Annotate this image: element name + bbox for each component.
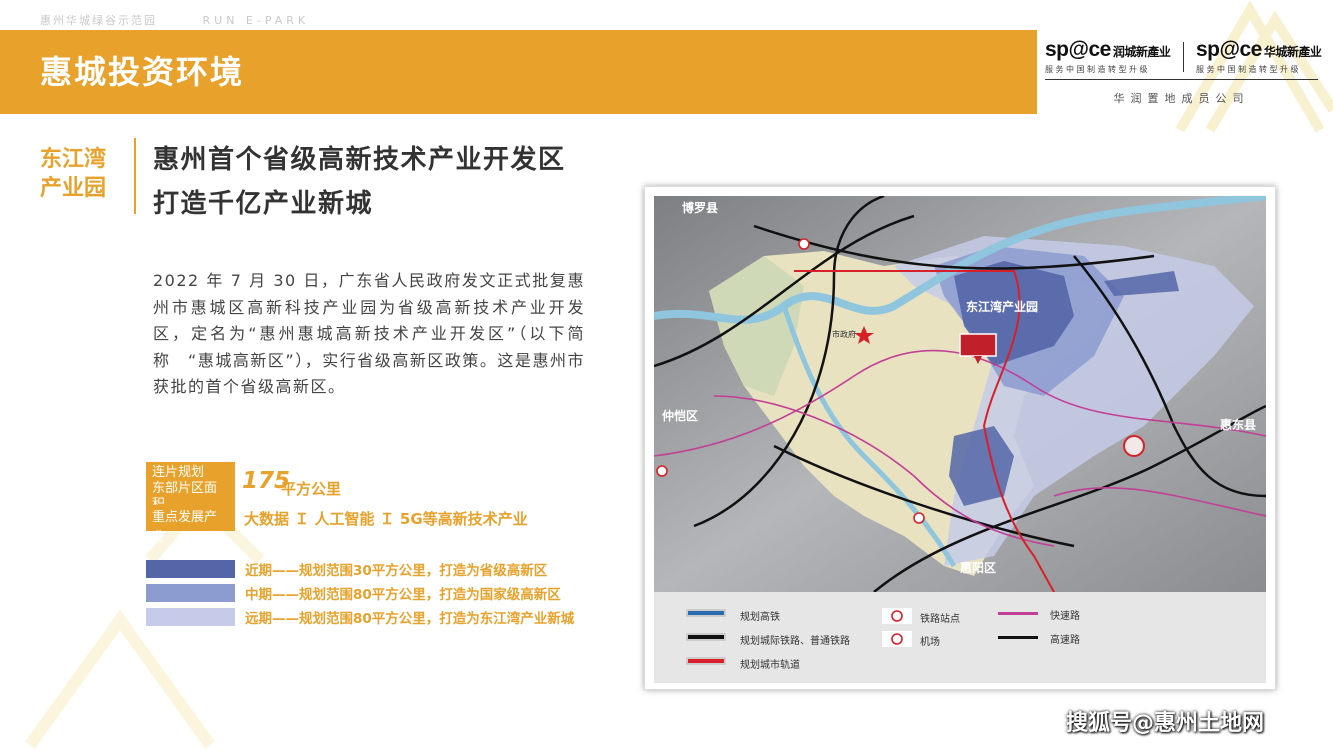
phase-text-near: 近期——规划范围30平方公里，打造为省级高新区 [245,563,548,579]
planning-map: 博罗县 东江湾产业园 仲恺区 惠东县 惠阳区 市政府 [654,196,1266,592]
legend-fast-road-swatch [998,612,1038,615]
industry-list: 大数据 Ｉ 人工智能 Ｉ 5G等高新技术产业 [244,510,528,528]
map-station-icon [913,512,925,524]
project-name: 惠州华城绿谷示范园 [40,14,157,27]
top-project-line: 惠州华城绿谷示范园 RUN E-PARK [40,12,309,28]
legend-hsr-swatch [686,609,726,617]
map-legend: 规划高铁 规划城际铁路、普通铁路 规划城市轨道 铁路站点 机场 快速路 高速路 [654,592,1266,683]
legend-metro-label: 规划城市轨道 [740,660,800,671]
legend-expressway-swatch [998,636,1038,639]
brand-tagline: 服务中国制造转型升级 [1045,65,1150,74]
project-english-name: RUN E-PARK [202,14,310,27]
map-label-gov: 市政府 [832,329,856,339]
intro-paragraph: 2022 年 7 月 30 日，广东省人民政府发文正式批复惠州市惠城区高新科技产… [153,271,585,396]
phase-swatch-near [146,560,235,578]
brand-logo: sp@ce 润城新產业 [1045,38,1171,61]
phase-swatch-far [146,608,235,626]
section-divider [134,138,136,214]
map-label-park: 东江湾产业园 [966,299,1038,314]
map-station-icon [656,465,668,477]
legend-intercity-swatch [686,633,726,641]
page-title: 惠城投资环境 [40,53,245,91]
map-label-zhongkai: 仲恺区 [662,408,698,423]
legend-station-label: 铁路站点 [920,614,960,625]
legend-metro-swatch [686,657,726,665]
brand-runcheng: sp@ce 润城新產业 服务中国制造转型升级 [1045,38,1171,75]
map-label-huidong: 惠东县 [1220,417,1256,432]
legend-hsr-label: 规划高铁 [740,612,780,623]
phase-swatch-mid [146,584,235,602]
brand-divider [1045,79,1318,80]
headline-line1: 惠州首个省级高新技术产业开发区 [153,145,566,175]
legend-fast-road-label: 快速路 [1050,611,1080,622]
legend-intercity-label: 规划城际铁路、普通铁路 [740,636,850,647]
area-unit: 平方公里 [281,480,342,498]
brand-logo: sp@ce 华城新產业 [1196,38,1322,61]
headline-line2: 打造千亿产业新城 [153,189,374,219]
legend-airport-icon [882,631,912,647]
phase-text-far: 远期——规划范围80平方公里，打造为东江湾产业新城 [245,611,575,627]
map-station-icon [798,238,810,250]
legend-expressway-label: 高速路 [1050,635,1080,646]
map-airport-icon [1123,435,1145,457]
brand-separator [1183,42,1184,72]
watermark: 搜狐号@惠州土地网 [1066,711,1265,736]
map-park-marker [959,333,997,357]
brand-huacheng: sp@ce 华城新產业 服务中国制造转型升级 [1196,38,1322,75]
member-company-text: 华润置地成员公司 [1113,92,1250,105]
legend-station-icon [882,608,912,624]
section-label: 东江湾 产业园 [40,147,107,201]
legend-airport-label: 机场 [920,637,940,648]
map-label-boluo: 博罗县 [682,200,718,215]
map-label-huiyang: 惠阳区 [960,560,996,575]
phase-text-mid: 中期——规划范围80平方公里，打造为国家级高新区 [245,587,561,603]
industry-label-box: 重点发展产业 [146,505,235,545]
brand-tagline: 服务中国制造转型升级 [1196,65,1301,74]
